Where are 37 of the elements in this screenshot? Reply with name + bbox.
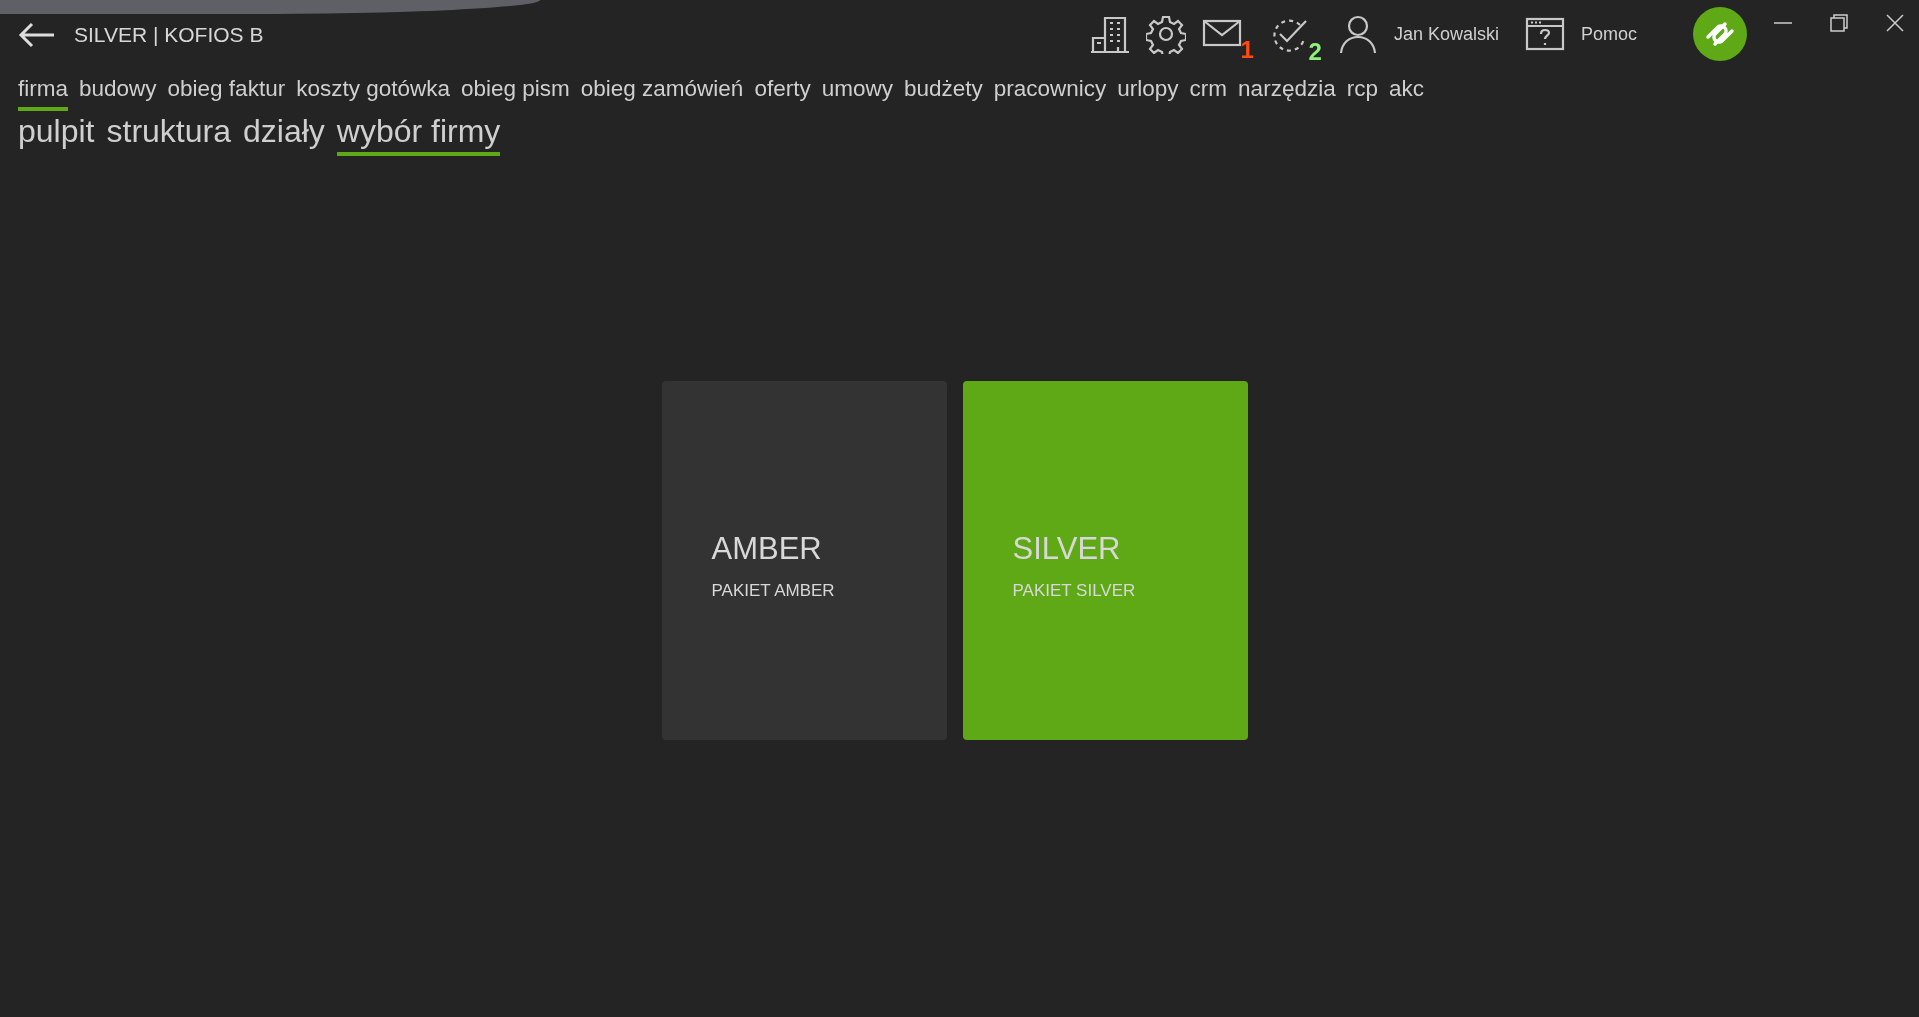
restore-icon[interactable] [1829, 13, 1849, 33]
module-tab[interactable]: budżety [903, 76, 983, 111]
help-link[interactable]: Pomoc [1580, 23, 1637, 45]
buildings-icon[interactable] [1089, 14, 1130, 54]
window-title: SILVER | KOFIOS B [74, 23, 264, 47]
module-tab[interactable]: firma [18, 76, 68, 111]
package-name: PAKIET SILVER [1012, 580, 1137, 601]
company-name: SILVER [1012, 530, 1122, 567]
section-tab[interactable]: struktura [106, 113, 231, 156]
module-tab[interactable]: rcp [1346, 76, 1378, 111]
module-tab[interactable]: obieg zamówień [580, 76, 744, 111]
module-tab[interactable]: narzędzia [1238, 76, 1336, 111]
section-tab[interactable]: działy [243, 113, 325, 156]
notification-count: 1 [1240, 36, 1254, 64]
module-tab[interactable]: crm [1189, 76, 1228, 111]
module-tab[interactable]: obieg faktur [167, 76, 286, 111]
module-tab[interactable]: pracownicy [993, 76, 1107, 111]
section-tab[interactable]: pulpit [18, 113, 95, 156]
module-tab[interactable]: budowy [79, 76, 157, 111]
module-tab[interactable]: obieg pism [460, 76, 570, 111]
notification-count: 2 [1308, 38, 1322, 66]
module-tab[interactable]: urlopy [1117, 76, 1179, 111]
settings-icon[interactable] [1145, 14, 1186, 54]
company-name: AMBER [711, 530, 823, 567]
module-tab[interactable]: umowy [821, 76, 893, 111]
module-tab[interactable]: oferty [754, 76, 811, 111]
app-logo-icon[interactable] [1693, 7, 1747, 61]
close-icon[interactable] [1885, 13, 1905, 33]
user-name[interactable]: Jan Kowalski [1393, 23, 1499, 45]
module-tab[interactable]: akc [1388, 76, 1424, 111]
module-tab[interactable]: koszty gotówka [296, 76, 450, 111]
section-tab[interactable]: wybór firmy [336, 113, 501, 156]
help-window-icon[interactable] [1524, 17, 1565, 51]
company-tile[interactable]: AMBER PAKIET AMBER [661, 381, 947, 740]
user-icon[interactable] [1337, 14, 1378, 54]
package-name: PAKIET AMBER [711, 580, 836, 601]
back-arrow-icon[interactable] [18, 22, 56, 48]
